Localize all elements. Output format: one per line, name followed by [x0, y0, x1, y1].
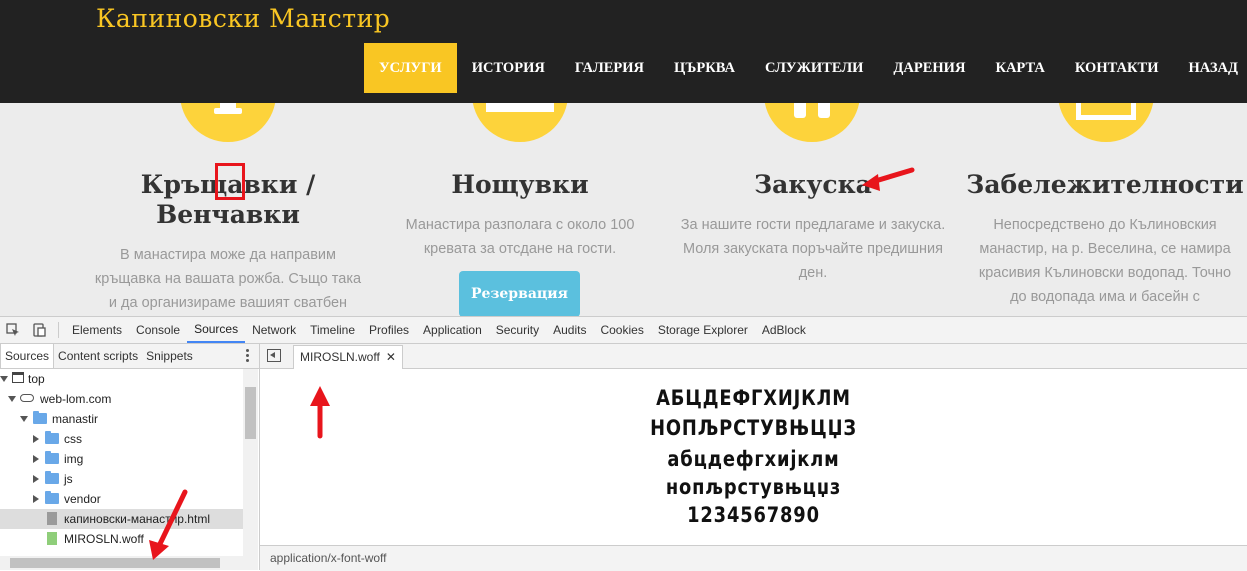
- navigator-tab-content-scripts[interactable]: Content scripts: [54, 344, 142, 368]
- navigator-tabs: Sources Content scripts Snippets: [0, 344, 259, 369]
- sources-editor: MIROSLN.woff✕ АБЦДЕФГХИЈКЛМ НОПЉРСТУВЊЦЏ…: [260, 344, 1247, 570]
- tab-timeline[interactable]: Timeline: [303, 317, 362, 343]
- feature-title: Забележителности: [955, 170, 1247, 200]
- annotation-arrow-icon: [860, 164, 920, 194]
- feature-text: Манастира разполага с около 100 кревата …: [370, 213, 670, 261]
- collapse-arrow-icon[interactable]: [33, 495, 39, 503]
- inspect-element-icon[interactable]: [0, 317, 26, 343]
- nav-item-contacts[interactable]: КОНТАКТИ: [1060, 43, 1174, 93]
- font-preview: АБЦДЕФГХИЈКЛМ НОПЉРСТУВЊЦЏЗ абцдефгхијкл…: [260, 369, 1247, 544]
- tab-network[interactable]: Network: [245, 317, 303, 343]
- nav-item-map[interactable]: КАРТА: [980, 43, 1059, 93]
- feature-text: В манастира може да направим кръщавка на…: [78, 243, 378, 315]
- toolbar-divider: [58, 322, 59, 338]
- tab-console[interactable]: Console: [129, 317, 187, 343]
- vertical-scrollbar[interactable]: [243, 369, 258, 556]
- scrollbar-thumb[interactable]: [245, 387, 256, 439]
- device-mode-icon[interactable]: [26, 317, 52, 343]
- tree-item-folder[interactable]: js: [0, 469, 243, 489]
- tab-profiles[interactable]: Profiles: [362, 317, 416, 343]
- collapse-arrow-icon[interactable]: [33, 455, 39, 463]
- collapse-arrow-icon[interactable]: [33, 475, 39, 483]
- nav-item-services[interactable]: УСЛУГИ: [364, 43, 457, 93]
- annotation-arrow-icon: [145, 484, 195, 564]
- font-file-icon: [47, 532, 57, 545]
- folder-icon: [45, 453, 59, 464]
- annotation-highlight-box: [215, 163, 245, 200]
- close-icon[interactable]: ✕: [386, 350, 396, 364]
- expand-arrow-icon[interactable]: [8, 396, 16, 402]
- tree-item-folder[interactable]: manastir: [0, 409, 243, 429]
- tree-item-folder[interactable]: img: [0, 449, 243, 469]
- devtools-panel: Elements Console Sources Network Timelin…: [0, 316, 1247, 570]
- tree-item-folder[interactable]: css: [0, 429, 243, 449]
- feature-title: Венчавки: [78, 200, 378, 230]
- site-logo-text[interactable]: Капиновски Манстир: [96, 4, 390, 33]
- tab-adblock[interactable]: AdBlock: [755, 317, 813, 343]
- nav-item-donations[interactable]: ДАРЕНИЯ: [878, 43, 980, 93]
- editor-tabs: MIROSLN.woff✕: [260, 344, 1247, 369]
- tree-item-domain[interactable]: web-lom.com: [0, 389, 243, 409]
- file-tree: top web-lom.com manastir css img: [0, 369, 243, 556]
- folder-icon: [45, 473, 59, 484]
- editor-tab-font-file[interactable]: MIROSLN.woff✕: [293, 345, 403, 369]
- folder-icon: [33, 413, 47, 424]
- nav-item-history[interactable]: ИСТОРИЯ: [457, 43, 560, 93]
- expand-arrow-icon[interactable]: [0, 376, 8, 382]
- site-header: Капиновски Манстир УСЛУГИ ИСТОРИЯ ГАЛЕРИ…: [0, 0, 1247, 103]
- feature-title: Нощувки: [370, 170, 670, 200]
- tree-item-file[interactable]: капиновски-манастир.html: [0, 509, 243, 529]
- main-nav: УСЛУГИ ИСТОРИЯ ГАЛЕРИЯ ЦЪРКВА СЛУЖИТЕЛИ …: [364, 43, 1247, 93]
- tab-sources[interactable]: Sources: [187, 317, 245, 343]
- toggle-navigator-icon[interactable]: [267, 349, 281, 362]
- tab-storage-explorer[interactable]: Storage Explorer: [651, 317, 755, 343]
- font-preview-line: абцдефгхијклм: [334, 447, 1173, 471]
- folder-icon: [45, 493, 59, 504]
- file-icon: [47, 512, 57, 525]
- cloud-icon: [20, 394, 34, 402]
- tab-application[interactable]: Application: [416, 317, 489, 343]
- devtools-toolbar: Elements Console Sources Network Timelin…: [0, 317, 1247, 344]
- feature-text: Непосредствено до Кълиновския манастир, …: [955, 213, 1247, 309]
- tab-elements[interactable]: Elements: [65, 317, 129, 343]
- status-bar: application/x-font-woff: [260, 545, 1247, 571]
- window-icon: [12, 372, 24, 383]
- tab-audits[interactable]: Audits: [546, 317, 593, 343]
- navigator-tab-snippets[interactable]: Snippets: [142, 344, 197, 368]
- nav-item-church[interactable]: ЦЪРКВА: [659, 43, 750, 93]
- horizontal-scrollbar[interactable]: [0, 556, 258, 570]
- sources-navigator: Sources Content scripts Snippets top web…: [0, 344, 260, 570]
- navigator-tab-sources[interactable]: Sources: [0, 344, 54, 368]
- expand-arrow-icon[interactable]: [20, 416, 28, 422]
- nav-item-gallery[interactable]: ГАЛЕРИЯ: [560, 43, 659, 93]
- nav-item-clergy[interactable]: СЛУЖИТЕЛИ: [750, 43, 878, 93]
- folder-icon: [45, 433, 59, 444]
- annotation-arrow-icon: [306, 384, 336, 444]
- nav-item-back[interactable]: НАЗАД: [1174, 43, 1247, 93]
- feature-text: За нашите гости предлагаме и закуска. Мо…: [663, 213, 963, 285]
- tree-item-font-file[interactable]: MIROSLN.woff: [0, 529, 243, 549]
- website-viewport: Капиновски Манстир УСЛУГИ ИСТОРИЯ ГАЛЕРИ…: [0, 0, 1247, 316]
- font-preview-line: НОПЉРСТУВЊЦЏЗ: [334, 416, 1173, 440]
- mime-type-label: application/x-font-woff: [270, 551, 387, 565]
- font-preview-line: АБЦДЕФГХИЈКЛМ: [334, 386, 1173, 410]
- collapse-arrow-icon[interactable]: [33, 435, 39, 443]
- tree-item-top[interactable]: top: [0, 369, 243, 389]
- font-preview-line: 1234567890: [334, 503, 1173, 527]
- tab-cookies[interactable]: Cookies: [593, 317, 650, 343]
- tab-security[interactable]: Security: [489, 317, 546, 343]
- more-options-icon[interactable]: [246, 349, 249, 364]
- tree-item-folder[interactable]: vendor: [0, 489, 243, 509]
- reservation-button[interactable]: Резервация: [459, 271, 580, 316]
- font-preview-line: нопљрстувњцџз: [334, 475, 1173, 499]
